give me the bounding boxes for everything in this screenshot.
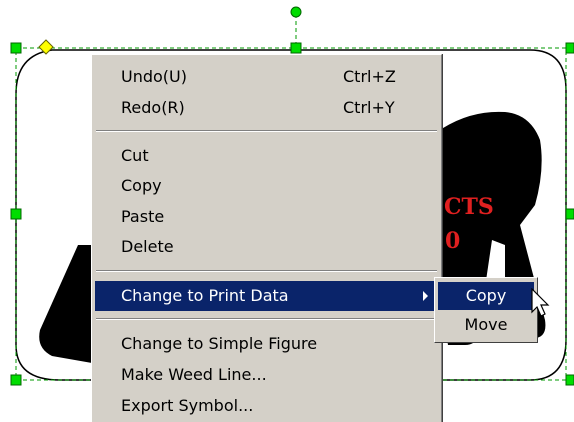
print-data-submenu: Copy Move [434, 277, 538, 343]
resize-handle-top-right[interactable] [565, 42, 574, 54]
menu-item-label: Paste [121, 207, 165, 226]
submenu-item-move[interactable]: Move [438, 311, 534, 339]
menu-item-label: Redo(R) [121, 98, 185, 117]
menu-item-change-to-simple-figure[interactable]: Change to Simple Figure [95, 329, 438, 359]
menu-separator [96, 318, 437, 320]
menu-item-label: Cut [121, 146, 149, 165]
resize-handle-bottom-left[interactable] [10, 374, 22, 386]
menu-item-delete[interactable]: Delete [95, 232, 438, 262]
menu-item-change-to-print-data[interactable]: Change to Print Data [95, 281, 438, 311]
menu-item-paste[interactable]: Paste [95, 202, 438, 232]
menu-item-undo[interactable]: Undo(U) Ctrl+Z [95, 62, 438, 92]
menu-item-label: Copy [121, 176, 162, 195]
menu-item-label: Delete [121, 237, 174, 256]
menu-item-make-weed-line[interactable]: Make Weed Line... [95, 360, 438, 390]
resize-handle-middle-right[interactable] [565, 208, 574, 220]
submenu-arrow-icon [423, 291, 428, 301]
artwork-text-1: CTS [444, 194, 494, 220]
menu-item-copy[interactable]: Copy [95, 171, 438, 201]
menu-separator [96, 130, 437, 132]
menu-item-label: Make Weed Line... [121, 365, 267, 384]
menu-item-label: Export Symbol... [121, 396, 254, 415]
resize-handle-top-middle[interactable] [290, 42, 302, 54]
menu-item-export-symbol[interactable]: Export Symbol... [95, 391, 438, 421]
rotation-handle[interactable] [290, 6, 302, 18]
mouse-pointer-icon [531, 288, 550, 317]
menu-item-label: Change to Simple Figure [121, 334, 318, 353]
resize-handle-bottom-right[interactable] [565, 374, 574, 386]
menu-item-shortcut: Ctrl+Z [343, 67, 396, 86]
menu-item-redo[interactable]: Redo(R) Ctrl+Y [95, 93, 438, 123]
menu-separator [96, 270, 437, 272]
context-menu: Undo(U) Ctrl+Z Redo(R) Ctrl+Y Cut Copy P… [91, 54, 442, 422]
menu-item-shortcut: Ctrl+Y [343, 98, 395, 117]
resize-handle-top-left[interactable] [10, 42, 22, 54]
menu-item-cut[interactable]: Cut [95, 141, 438, 171]
resize-handle-middle-left[interactable] [10, 208, 22, 220]
submenu-item-copy[interactable]: Copy [438, 282, 534, 310]
artwork-text-2: 0 [445, 228, 460, 254]
menu-item-label: Undo(U) [121, 67, 187, 86]
menu-item-label: Change to Print Data [121, 286, 289, 305]
